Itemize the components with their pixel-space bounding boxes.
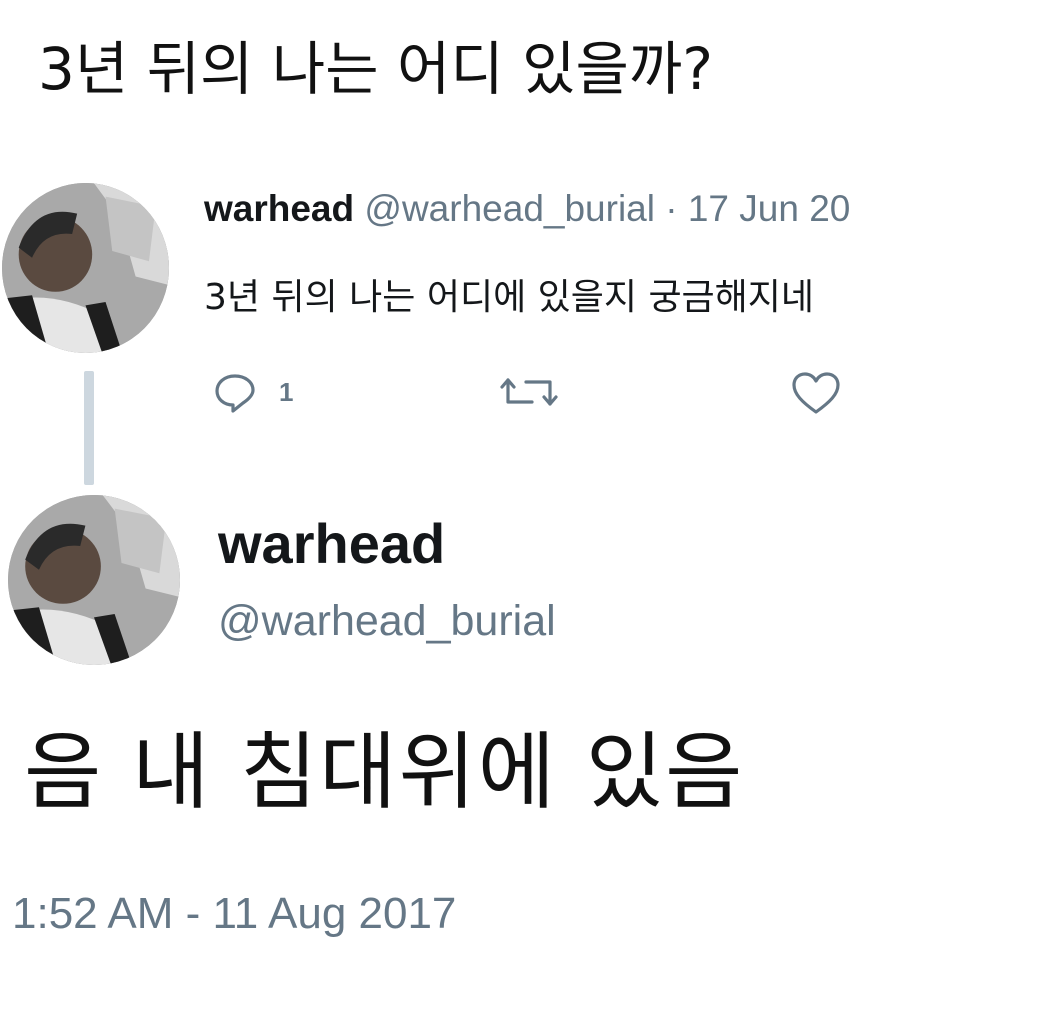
retweet-icon <box>500 378 558 406</box>
handle-and-date[interactable]: @warhead_burial · 17 Jun 20 <box>364 188 850 229</box>
like-icon <box>792 372 840 414</box>
retweet-button[interactable] <box>498 370 560 414</box>
avatar[interactable] <box>8 495 180 665</box>
post-caption: 3년 뒤의 나는 어디 있을까? <box>38 35 714 103</box>
tweet-header: warhead @warhead_burial · 17 Jun 20 <box>204 187 850 231</box>
thread-connector <box>84 371 94 485</box>
tweet-text: 음 내 침대위에 있음 <box>24 723 745 821</box>
timestamp[interactable]: 1:52 AM - 11 Aug 2017 <box>12 888 456 941</box>
like-button[interactable] <box>790 370 842 416</box>
display-name[interactable]: warhead <box>218 510 445 577</box>
handle[interactable]: @warhead_burial <box>218 596 556 648</box>
display-name[interactable]: warhead <box>204 188 354 229</box>
avatar-photo <box>8 495 180 665</box>
avatar-photo <box>2 183 169 353</box>
avatar[interactable] <box>2 183 169 353</box>
reply-count: 1 <box>279 376 294 407</box>
tweet-text: 3년 뒤의 나는 어디에 있을지 궁금해지네 <box>204 277 815 318</box>
reply-button[interactable]: 1 <box>213 370 293 414</box>
tweet-actions: 1 <box>213 370 853 420</box>
reply-icon <box>215 374 255 413</box>
